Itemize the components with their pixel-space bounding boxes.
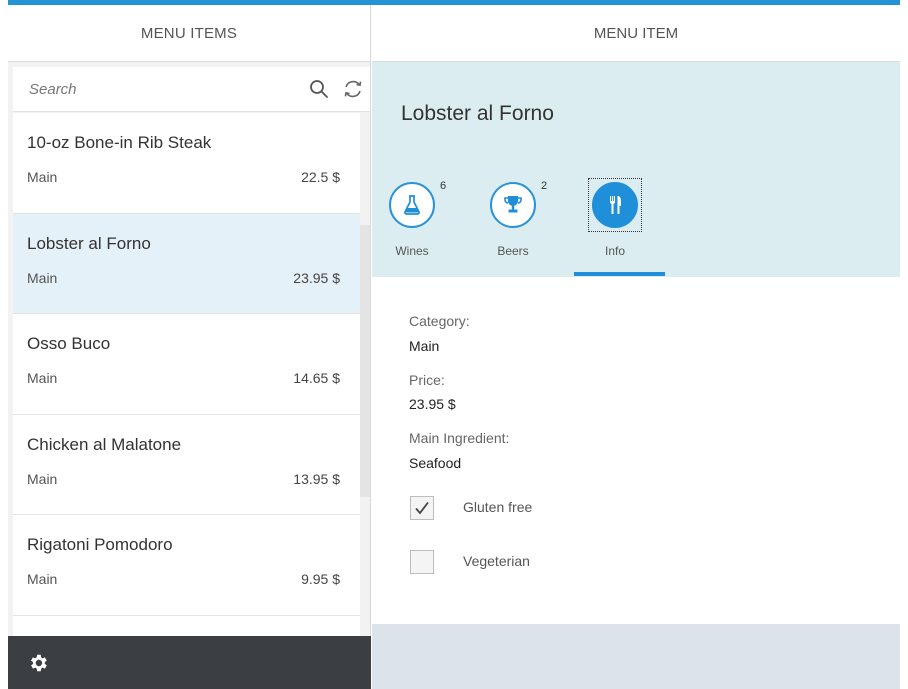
refresh-button[interactable] <box>336 67 370 112</box>
item-category: Main <box>27 470 58 487</box>
item-title: Rigatoni Pomodoro <box>27 535 173 554</box>
settings-button[interactable] <box>24 649 52 677</box>
refresh-icon <box>344 80 362 98</box>
tab-beers-circle <box>490 182 536 228</box>
active-tab-indicator <box>574 272 665 276</box>
trophy-icon <box>504 196 522 213</box>
item-category: Main <box>27 370 58 386</box>
item-price: 9.95 $ <box>301 571 340 587</box>
flask-icon <box>404 195 420 215</box>
category-value: Main <box>409 338 440 354</box>
search-icon <box>310 80 328 98</box>
item-price: 14.65 $ <box>293 370 340 386</box>
search-field <box>13 67 370 112</box>
tab-info-label: Info <box>604 244 625 258</box>
item-price: 13.95 $ <box>293 470 340 487</box>
tab-wines-count: 6 <box>440 180 447 192</box>
list-item[interactable]: 10-oz Bone-in Rib Steak Main 22.5 $ <box>13 113 360 214</box>
tab-info-circle <box>592 182 638 228</box>
list-scrollbar[interactable] <box>360 113 370 638</box>
item-price: 22.5 $ <box>301 169 340 185</box>
object-header: Lobster al Forno 6 Wines 2 Beers Info <box>372 62 900 277</box>
item-title: Chicken al Malatone <box>27 434 182 454</box>
object-title: Lobster al Forno <box>401 102 554 125</box>
tab-beers-label: Beers <box>497 244 529 258</box>
list-item[interactable]: Rigatoni Pomodoro Main 9.95 $ <box>13 515 360 616</box>
main-ingredient-label: Main Ingredient: <box>409 430 510 446</box>
search-input[interactable] <box>13 67 302 111</box>
category-label: Category: <box>409 313 470 329</box>
vegeterian-label: Vegeterian <box>463 553 530 569</box>
item-category: Main <box>27 571 58 587</box>
info-panel: Category: Main Price: 23.95 $ Main Ingre… <box>372 277 900 624</box>
list-item-selected[interactable]: Lobster al Forno Main 23.95 $ <box>13 213 360 314</box>
gluten-free-label: Gluten free <box>463 499 533 515</box>
search-button[interactable] <box>302 67 336 112</box>
item-title: Osso Buco <box>27 334 111 353</box>
tab-info[interactable]: Info <box>575 178 665 262</box>
tab-wines-label: Wines <box>395 244 429 258</box>
checkmark-icon <box>415 501 429 515</box>
list-item[interactable]: Chicken al Malatone Main 13.95 $ <box>13 414 360 515</box>
detail-pane: MENU ITEM Lobster al Forno 6 Wines 2 Bee… <box>372 5 900 689</box>
gear-icon <box>31 654 47 671</box>
tab-beers[interactable]: 2 Beers <box>473 180 563 262</box>
scrollbar-thumb[interactable] <box>360 225 370 497</box>
price-value: 23.95 $ <box>409 396 456 412</box>
tab-beers-count: 2 <box>541 180 548 192</box>
item-category: Main <box>27 269 58 286</box>
item-price: 23.95 $ <box>293 269 340 286</box>
item-category: Main <box>27 169 58 185</box>
item-title: Lobster al Forno <box>27 233 151 253</box>
master-title: MENU ITEMS <box>140 24 238 42</box>
list-item[interactable]: Osso Buco Main 14.65 $ <box>13 314 360 415</box>
menu-items-list: 10-oz Bone-in Rib Steak Main 22.5 $ Lobs… <box>13 113 360 638</box>
vegeterian-checkbox[interactable] <box>410 550 434 574</box>
price-label: Price: <box>409 372 445 388</box>
master-pane: MENU ITEMS 10-oz Bone-in Rib Steak Main … <box>8 5 371 689</box>
master-header: MENU ITEMS <box>8 5 370 62</box>
item-title: 10-oz Bone-in Rib Steak <box>27 133 212 152</box>
tab-wines[interactable]: 6 Wines <box>372 180 462 262</box>
detail-footer <box>372 624 900 689</box>
main-ingredient-value: Seafood <box>409 455 462 471</box>
fork-knife-icon <box>610 196 621 214</box>
master-footer <box>8 636 371 689</box>
detail-header-title: MENU ITEM <box>593 24 679 42</box>
gluten-free-checkbox[interactable] <box>410 496 434 520</box>
tab-wines-circle <box>389 182 435 228</box>
detail-header: MENU ITEM <box>372 5 900 62</box>
